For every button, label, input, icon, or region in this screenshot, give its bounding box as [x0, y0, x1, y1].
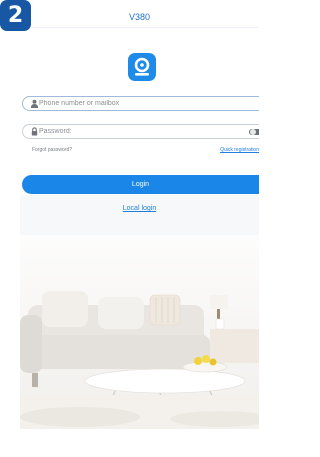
password-field[interactable] — [22, 124, 259, 139]
login-button[interactable]: Login — [22, 175, 259, 194]
lock-icon — [31, 127, 38, 136]
login-screen: V380 Forgot password? Quick registration… — [20, 9, 259, 429]
phone-input[interactable] — [39, 97, 239, 110]
step-number-badge: 2 — [0, 0, 31, 31]
phone-field[interactable] — [22, 96, 259, 111]
local-login-link[interactable]: Local login — [20, 205, 259, 212]
living-room-background — [20, 195, 259, 429]
quick-registration-link[interactable]: Quick registration — [220, 147, 259, 153]
user-icon — [30, 99, 39, 108]
password-visibility-toggle[interactable] — [249, 129, 259, 135]
app-title: V380 — [128, 12, 151, 22]
app-title-bar: V380 — [20, 9, 259, 28]
password-input[interactable] — [39, 125, 239, 138]
camera-logo-icon — [128, 53, 156, 81]
forgot-password-link[interactable]: Forgot password? — [32, 147, 72, 153]
